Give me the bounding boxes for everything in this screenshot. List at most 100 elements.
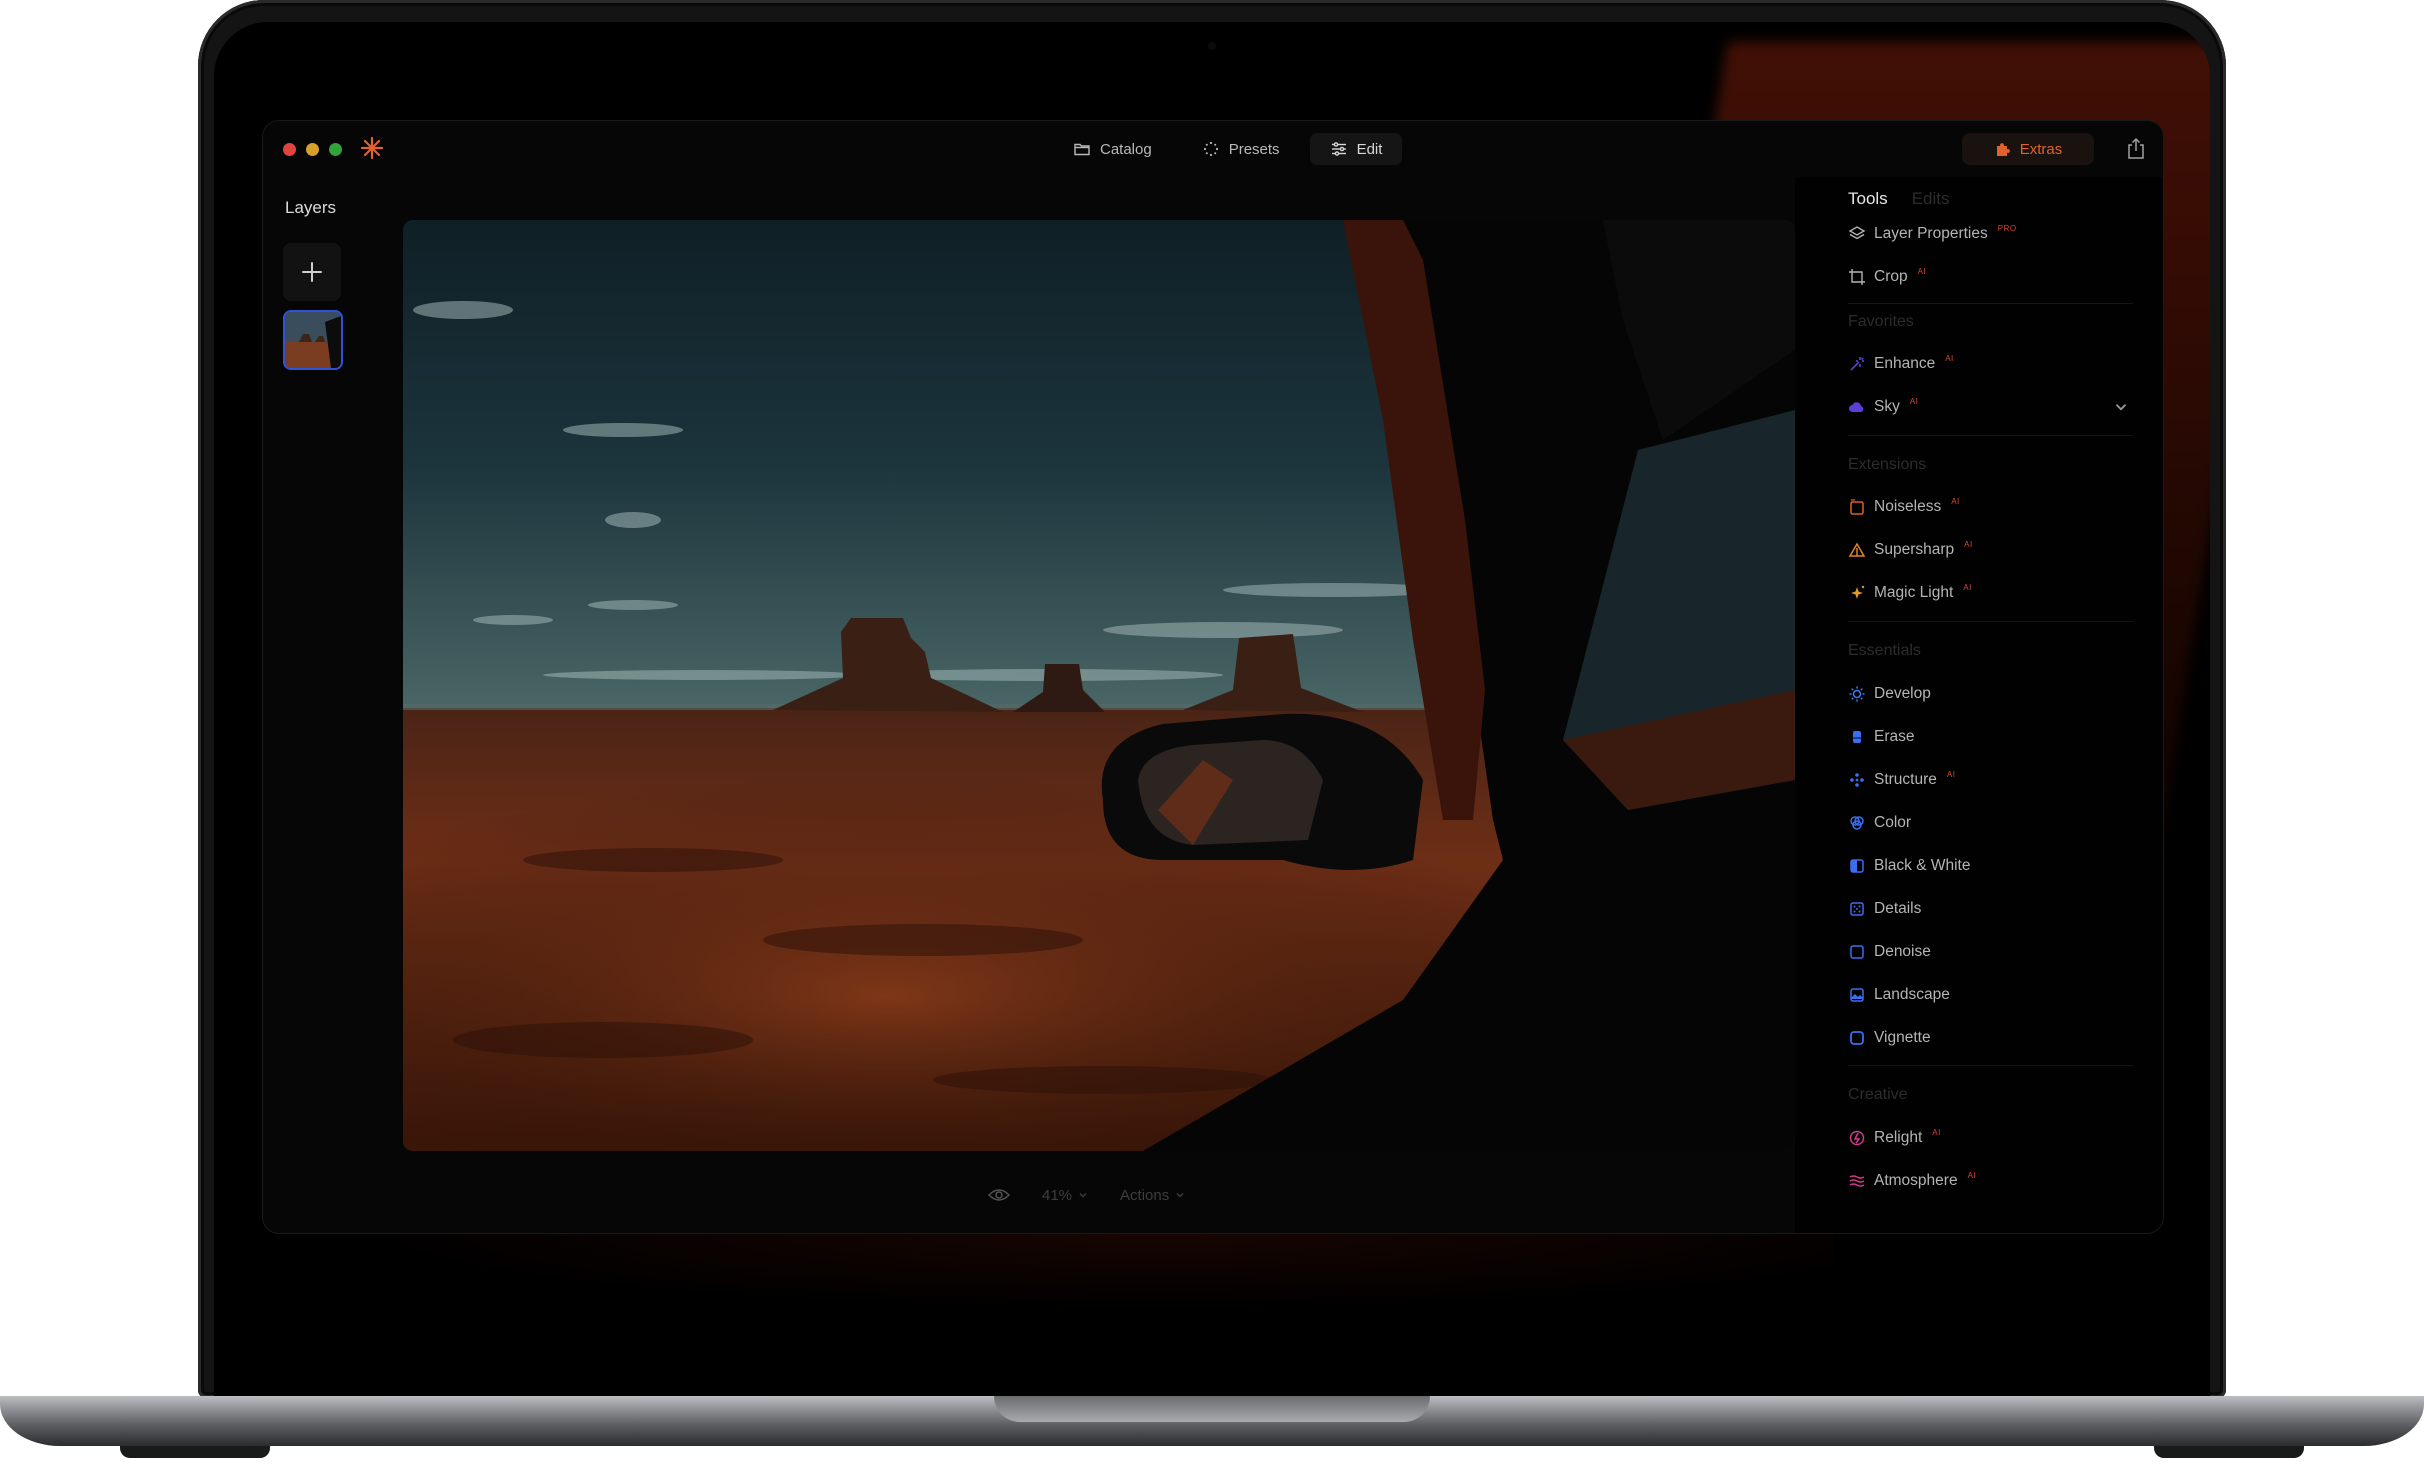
section-creative: Creative xyxy=(1848,1086,1908,1103)
sun-icon xyxy=(1849,686,1865,702)
tool-layer-properties[interactable]: Layer Properties PRO xyxy=(1848,221,2148,247)
title-bar: Catalog Presets Edit Extras xyxy=(263,121,2163,177)
tool-relight[interactable]: Relight AI xyxy=(1848,1125,2148,1151)
folder-icon xyxy=(1074,143,1090,156)
ai-badge: AI xyxy=(1963,582,1972,592)
details-icon xyxy=(1850,902,1864,916)
extras-label: Extras xyxy=(2019,140,2063,158)
tool-atmosphere[interactable]: Atmosphere AI xyxy=(1848,1168,2148,1194)
ai-badge: AI xyxy=(1909,396,1919,406)
tab-catalog-label: Catalog xyxy=(1100,140,1152,158)
tool-erase[interactable]: Erase xyxy=(1848,724,2148,750)
add-layer-button[interactable] xyxy=(283,243,341,301)
chevron-down-icon xyxy=(1176,1193,1184,1198)
photo-image xyxy=(403,220,1795,1151)
section-extensions: Extensions xyxy=(1848,456,1927,473)
divider xyxy=(1848,435,2133,436)
tool-structure[interactable]: Structure AI xyxy=(1848,767,2148,793)
vignette-icon xyxy=(1850,1031,1864,1045)
tool-details[interactable]: Details xyxy=(1848,896,2148,922)
atmosphere-icon xyxy=(1849,1175,1865,1187)
tool-label: Landscape xyxy=(1874,986,1950,1003)
tool-label: Develop xyxy=(1874,685,1931,702)
tool-landscape[interactable]: Landscape xyxy=(1848,982,2148,1008)
canvas-controls: 41% Actions xyxy=(988,1185,1185,1205)
layers-title: Layers xyxy=(285,198,337,217)
extras-button[interactable]: Extras xyxy=(1962,133,2094,165)
landscape-icon xyxy=(1850,988,1864,1002)
denoise-icon xyxy=(1850,945,1864,959)
tab-tools[interactable]: Tools xyxy=(1848,189,1888,217)
zoom-dropdown[interactable]: 41% xyxy=(1042,1187,1088,1204)
tab-edits[interactable]: Edits xyxy=(1912,189,1950,217)
tool-label: Enhance xyxy=(1874,355,1936,372)
tool-magic-light[interactable]: Magic Light AI xyxy=(1848,580,2148,606)
close-window-button[interactable] xyxy=(283,143,296,156)
photo-canvas[interactable] xyxy=(403,220,1795,1151)
actions-dropdown[interactable]: Actions xyxy=(1120,1187,1185,1204)
relight-icon xyxy=(1849,1130,1865,1146)
tool-develop[interactable]: Develop xyxy=(1848,681,2148,707)
tool-label: Crop xyxy=(1874,268,1908,285)
laptop-foot-right xyxy=(2154,1446,2304,1458)
structure-icon xyxy=(1850,773,1864,787)
crop-icon xyxy=(1849,269,1865,285)
tool-vignette[interactable]: Vignette xyxy=(1848,1025,2148,1051)
tool-label: Layer Properties xyxy=(1874,225,1988,242)
layer-thumbnail[interactable] xyxy=(283,310,343,370)
tool-label: Denoise xyxy=(1874,943,1931,960)
layer-thumbnail-image xyxy=(285,312,341,368)
chevron-down-icon xyxy=(1079,1193,1087,1198)
eye-icon[interactable] xyxy=(988,1187,1010,1203)
tool-label: Color xyxy=(1874,814,1912,831)
maximize-window-button[interactable] xyxy=(329,143,342,156)
tool-label: Details xyxy=(1874,900,1922,917)
tool-label: Sky xyxy=(1874,398,1900,415)
tab-presets[interactable]: Presets xyxy=(1182,133,1300,165)
camera-icon xyxy=(1208,42,1216,50)
tool-supersharp[interactable]: Supersharp AI xyxy=(1848,537,2148,563)
ai-badge: AI xyxy=(1951,496,1960,506)
divider xyxy=(1848,303,2133,304)
tools-panel: Tools Edits Layer Properties PRO Crop AI F… xyxy=(1848,189,2158,1189)
ai-badge: AI xyxy=(1967,1170,1977,1180)
tab-edit-label: Edit xyxy=(1356,140,1383,158)
tool-label: Relight xyxy=(1874,1129,1923,1146)
chevron-down-icon[interactable] xyxy=(2112,398,2130,416)
tool-denoise[interactable]: Denoise xyxy=(1848,939,2148,965)
eraser-icon xyxy=(1853,731,1861,743)
magic-light-icon xyxy=(1851,585,1865,599)
section-favorites: Favorites xyxy=(1848,313,1914,330)
tab-edit[interactable]: Edit xyxy=(1309,133,1403,165)
tool-black-white[interactable]: Black & White xyxy=(1848,853,2148,879)
tool-label: Supersharp xyxy=(1874,541,1955,558)
layers-icon xyxy=(1848,226,1866,240)
minimize-window-button[interactable] xyxy=(306,143,319,156)
share-icon[interactable] xyxy=(2125,137,2147,161)
tool-noiseless[interactable]: Noiseless AI xyxy=(1848,494,2148,520)
sliders-icon xyxy=(1331,142,1346,156)
tool-color[interactable]: Color xyxy=(1848,810,2148,836)
tool-crop[interactable]: Crop AI xyxy=(1848,264,2148,290)
main-navigation: Catalog Presets Edit xyxy=(1053,133,1403,165)
panel-tabs: Tools Edits xyxy=(1848,189,2158,217)
actions-label: Actions xyxy=(1120,1186,1170,1204)
puzzle-icon xyxy=(1996,143,2010,156)
app-window: Catalog Presets Edit Extras Layers 41% A… xyxy=(263,121,2163,1233)
pro-badge: PRO xyxy=(1997,223,2017,233)
laptop-foot-left xyxy=(120,1446,270,1458)
ai-badge: AI xyxy=(1945,353,1954,363)
black-white-icon xyxy=(1850,859,1864,873)
tool-sky[interactable]: Sky AI xyxy=(1848,394,2148,420)
ai-badge: AI xyxy=(1964,539,1973,549)
color-icon xyxy=(1850,816,1864,830)
supersharp-icon xyxy=(1848,542,1866,557)
tool-enhance[interactable]: Enhance AI xyxy=(1848,351,2148,377)
noiseless-icon xyxy=(1850,499,1864,515)
tool-label: Black & White xyxy=(1874,857,1971,874)
tab-catalog[interactable]: Catalog xyxy=(1053,133,1172,165)
ai-badge: AI xyxy=(1946,769,1956,779)
sparkle-icon xyxy=(1203,141,1218,157)
ai-badge: AI xyxy=(1917,266,1927,276)
plus-icon xyxy=(302,262,322,282)
